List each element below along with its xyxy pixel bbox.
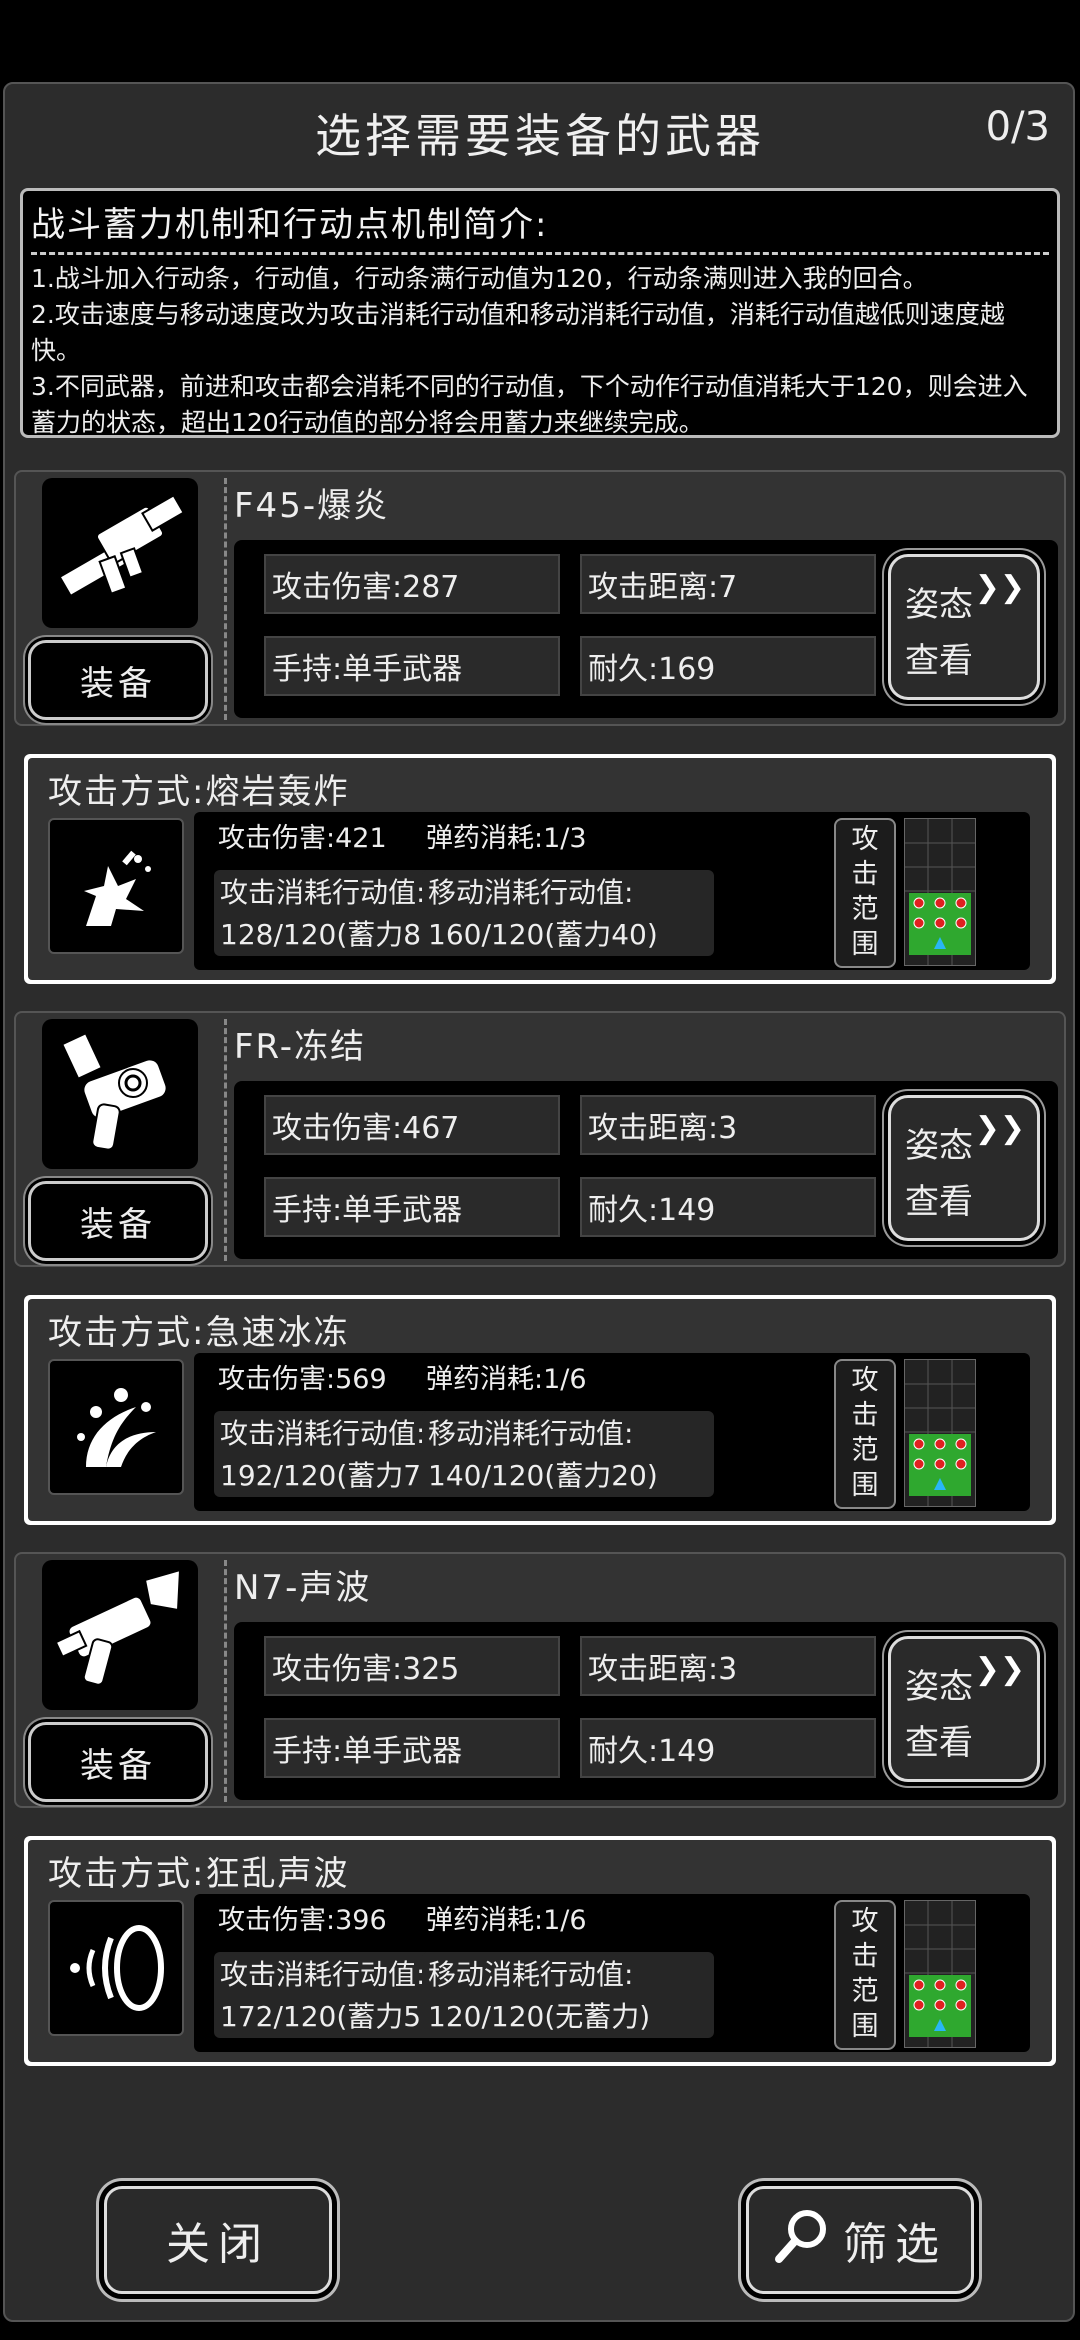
move-cost-label: 移动消耗行动值:	[428, 876, 634, 909]
stat-hold: 手持:单手武器	[264, 1177, 560, 1237]
range-char: 击	[851, 1941, 879, 1972]
intro-title: 战斗蓄力机制和行动点机制简介:	[31, 197, 1049, 255]
range-char: 范	[851, 1435, 879, 1466]
stat-damage: 攻击伤害:325	[264, 1636, 560, 1696]
stat-hold: 手持:单手武器	[264, 1718, 560, 1778]
explosion-icon	[48, 818, 184, 954]
pose-view-button[interactable]: 姿态 查看 ❯❯	[888, 554, 1040, 700]
weapon-name: N7-声波	[234, 1568, 372, 1608]
stat-damage: 攻击伤害:287	[264, 554, 560, 614]
sonic-gun-icon	[42, 1560, 198, 1710]
attack-title: 攻击方式:急速冰冻	[48, 1313, 350, 1353]
attack-card-3: 攻击方式:狂乱声波 攻击伤害:396 弹药消耗:1/6 攻击消耗行动值: 172…	[24, 1836, 1056, 2066]
intro-line-2: 2.攻击速度与移动速度改为攻击消耗行动值和移动消耗行动值，消耗行动值越低则速度越…	[31, 300, 1005, 365]
range-char: 击	[851, 1400, 879, 1431]
stat-range: 攻击距离:3	[580, 1095, 876, 1155]
range-char: 范	[851, 894, 879, 925]
stat-durability: 耐久:149	[580, 1177, 876, 1237]
range-char: 范	[851, 1976, 879, 2007]
range-char: 攻	[851, 1906, 879, 1937]
attack-card-2: 攻击方式:急速冰冻 攻击伤害:569 弹药消耗:1/6 攻击消耗行动值: 192…	[24, 1295, 1056, 1525]
weapon-stats: 攻击伤害:467 攻击距离:3 手持:单手武器 耐久:149 姿态 查看 ❯❯	[234, 1081, 1058, 1259]
range-char: 围	[851, 929, 879, 960]
attack-range-button[interactable]: 攻 击 范 围	[834, 818, 896, 968]
attack-card-1: 攻击方式:熔岩轰炸 攻击伤害:421 弹药消耗:1/3 攻击消耗行动值: 128…	[24, 754, 1056, 984]
attack-stats: 攻击伤害:569 弹药消耗:1/6 攻击消耗行动值: 192/120(蓄力72)…	[194, 1353, 1030, 1511]
range-char: 攻	[851, 824, 879, 855]
weapon-stats: 攻击伤害:287 攻击距离:7 手持:单手武器 耐久:169 姿态 查看 ❯❯	[234, 540, 1058, 718]
attack-damage: 攻击伤害:396	[218, 1905, 387, 1936]
move-cost-label: 移动消耗行动值:	[428, 1417, 634, 1450]
pose-view-button[interactable]: 姿态 查看 ❯❯	[888, 1095, 1040, 1241]
pose-view-button[interactable]: 姿态 查看 ❯❯	[888, 1636, 1040, 1782]
chevron-down-icon: ❯❯	[974, 1111, 1025, 1146]
attack-range-grid	[904, 818, 976, 966]
ammo-cost: 弹药消耗:1/6	[426, 1905, 587, 1936]
move-cost-value: 160/120(蓄力40)	[428, 918, 658, 951]
attack-stats: 攻击伤害:396 弹药消耗:1/6 攻击消耗行动值: 172/120(蓄力52)…	[194, 1894, 1030, 2052]
attack-range-button[interactable]: 攻 击 范 围	[834, 1900, 896, 2050]
attack-range-grid	[904, 1359, 976, 1507]
equip-button[interactable]: 装备	[28, 1181, 208, 1261]
view-label: 查看	[905, 1723, 973, 1763]
divider	[224, 1560, 227, 1802]
stat-hold: 手持:单手武器	[264, 636, 560, 696]
attack-range-grid	[904, 1900, 976, 2048]
search-icon	[773, 2205, 833, 2276]
divider	[224, 478, 227, 720]
pose-label: 姿态	[905, 1126, 973, 1166]
move-cost-value: 120/120(无蓄力)	[428, 2000, 651, 2033]
attack-damage: 攻击伤害:421	[218, 823, 387, 854]
divider	[224, 1019, 227, 1261]
weapon-card-2[interactable]: 装备 FR-冻结 攻击伤害:467 攻击距离:3 手持:单手武器 耐久:149 …	[14, 1011, 1066, 1267]
range-char: 击	[851, 859, 879, 890]
ammo-cost: 弹药消耗:1/3	[426, 823, 587, 854]
splash-icon	[48, 1359, 184, 1495]
flamethrower-gun-icon	[42, 478, 198, 628]
weapon-name: FR-冻结	[234, 1027, 367, 1067]
chevron-down-icon: ❯❯	[974, 1652, 1025, 1687]
stat-durability: 耐久:169	[580, 636, 876, 696]
intro-line-3: 3.不同武器，前进和攻击都会消耗不同的行动值，下个动作行动值消耗大于120，则会…	[31, 372, 1028, 437]
filter-label: 筛选	[843, 2219, 947, 2270]
weapon-card-1[interactable]: 装备 F45-爆炎 攻击伤害:287 攻击距离:7 手持:单手武器 耐久:169…	[14, 470, 1066, 726]
range-char: 围	[851, 2011, 879, 2042]
sound-wave-icon	[48, 1900, 184, 2036]
move-action-cost: 移动消耗行动值: 120/120(无蓄力)	[422, 1952, 714, 2038]
intro-line-1: 1.战斗加入行动条，行动值，行动条满行动值为120，行动条满则进入我的回合。	[31, 264, 928, 293]
attack-damage: 攻击伤害:569	[218, 1364, 387, 1395]
chevron-down-icon: ❯❯	[974, 570, 1025, 605]
stat-range: 攻击距离:7	[580, 554, 876, 614]
pose-label: 姿态	[905, 585, 973, 625]
range-char: 攻	[851, 1365, 879, 1396]
attack-title: 攻击方式:狂乱声波	[48, 1854, 350, 1894]
move-cost-label: 移动消耗行动值:	[428, 1958, 634, 1991]
freeze-pistol-icon	[42, 1019, 198, 1169]
attack-stats: 攻击伤害:421 弹药消耗:1/3 攻击消耗行动值: 128/120(蓄力8) …	[194, 812, 1030, 970]
view-label: 查看	[905, 641, 973, 681]
mechanic-intro-box: 战斗蓄力机制和行动点机制简介: 1.战斗加入行动条，行动值，行动条满行动值为12…	[20, 188, 1060, 438]
equip-button[interactable]: 装备	[28, 1722, 208, 1802]
stat-damage: 攻击伤害:467	[264, 1095, 560, 1155]
range-char: 围	[851, 1470, 879, 1501]
weapon-card-3[interactable]: 装备 N7-声波 攻击伤害:325 攻击距离:3 手持:单手武器 耐久:149 …	[14, 1552, 1066, 1808]
attack-title: 攻击方式:熔岩轰炸	[48, 772, 350, 812]
selected-counter: 0/3	[985, 104, 1050, 150]
filter-button[interactable]: 筛选	[746, 2186, 974, 2294]
view-label: 查看	[905, 1182, 973, 1222]
page-title: 选择需要装备的武器	[315, 109, 765, 163]
equip-button[interactable]: 装备	[28, 640, 208, 720]
move-cost-value: 140/120(蓄力20)	[428, 1459, 658, 1492]
stat-durability: 耐久:149	[580, 1718, 876, 1778]
pose-label: 姿态	[905, 1667, 973, 1707]
weapon-stats: 攻击伤害:325 攻击距离:3 手持:单手武器 耐久:149 姿态 查看 ❯❯	[234, 1622, 1058, 1800]
stat-range: 攻击距离:3	[580, 1636, 876, 1696]
attack-range-button[interactable]: 攻 击 范 围	[834, 1359, 896, 1509]
weapon-name: F45-爆炎	[234, 486, 390, 526]
move-action-cost: 移动消耗行动值: 160/120(蓄力40)	[422, 870, 714, 956]
ammo-cost: 弹药消耗:1/6	[426, 1364, 587, 1395]
move-action-cost: 移动消耗行动值: 140/120(蓄力20)	[422, 1411, 714, 1497]
close-button[interactable]: 关闭	[104, 2186, 332, 2294]
